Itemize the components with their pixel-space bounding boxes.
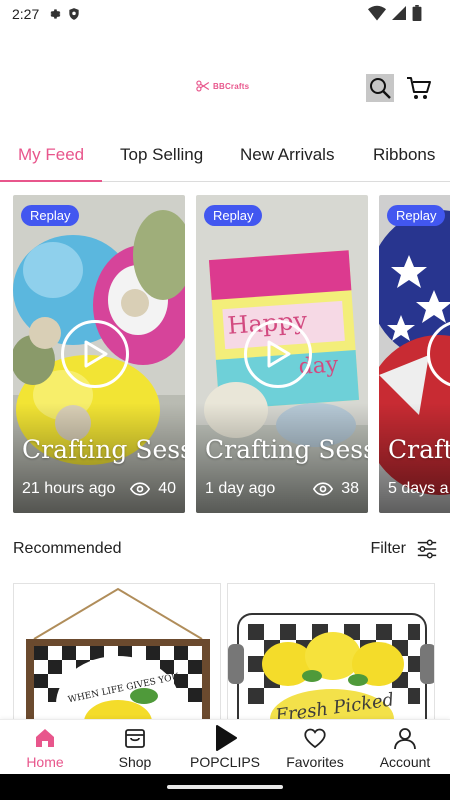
app-header: BBCrafts — [0, 60, 450, 116]
nav-account-label: Account — [379, 754, 431, 770]
nav-shop-label: Shop — [118, 754, 152, 770]
clip-view-count: 38 — [341, 480, 359, 497]
nav-account[interactable]: Account — [360, 720, 450, 775]
filter-sliders-icon — [417, 539, 437, 559]
home-icon — [33, 726, 57, 750]
clip-meta: 1 day ago 38 — [205, 480, 359, 498]
category-tabs: My Feed Top Selling New Arrivals Ribbons — [0, 128, 450, 182]
system-gesture-bar — [0, 774, 450, 800]
status-time: 2:27 — [12, 6, 40, 22]
clip-time-ago: 21 hours ago — [22, 480, 116, 497]
filter-button[interactable]: Filter — [370, 538, 438, 560]
replay-badge: Replay — [387, 205, 446, 226]
nav-home[interactable]: Home — [0, 720, 90, 775]
nav-favorites-label: Favorites — [286, 754, 344, 770]
search-button[interactable] — [366, 74, 394, 102]
home-gesture-handle[interactable] — [167, 785, 283, 789]
heart-icon — [303, 726, 327, 750]
brand-logo[interactable]: BBCrafts — [196, 80, 249, 92]
play-icon — [213, 725, 237, 751]
replay-badge: Replay — [204, 205, 263, 226]
recommended-header: Recommended Filter — [13, 530, 438, 568]
cart-icon — [407, 77, 431, 99]
tab-top-selling[interactable]: Top Selling — [120, 128, 203, 182]
clip-title: Crafting Sess... — [205, 435, 368, 464]
status-bar: 2:27 — [0, 0, 450, 28]
product-grid: WHEN LIFE GIVES YOU Fresh Picked — [0, 583, 450, 723]
nav-popclips-label: POPCLIPS — [189, 754, 261, 770]
clip-title: Crafting Sess... — [22, 435, 185, 464]
battery-icon — [412, 5, 422, 21]
product-card[interactable]: Fresh Picked — [227, 583, 435, 723]
tab-my-feed[interactable]: My Feed — [18, 128, 84, 182]
eye-icon — [130, 482, 151, 496]
clip-card[interactable]: Replay Crafti 5 days a — [379, 195, 450, 513]
wifi-icon — [368, 5, 386, 21]
shield-icon — [69, 8, 79, 20]
clip-title: Crafti — [388, 435, 450, 464]
clip-meta: 5 days a — [388, 480, 450, 498]
clip-time-ago: 5 days a — [388, 480, 449, 497]
replay-badge: Replay — [21, 205, 80, 226]
signal-icon — [392, 6, 406, 20]
nav-shop[interactable]: Shop — [90, 720, 180, 775]
play-button[interactable] — [244, 320, 312, 388]
search-icon — [370, 78, 391, 99]
shop-icon — [123, 726, 147, 750]
clip-views: 38 — [313, 480, 359, 498]
nav-popclips[interactable]: POPCLIPS — [180, 720, 270, 775]
logo-text: BBCrafts — [213, 81, 250, 91]
product-card[interactable]: WHEN LIFE GIVES YOU — [13, 583, 221, 723]
tab-ribbons[interactable]: Ribbons — [373, 128, 435, 182]
clip-views: 40 — [130, 480, 176, 498]
play-button[interactable] — [61, 320, 129, 388]
nav-favorites[interactable]: Favorites — [270, 720, 360, 775]
clip-card[interactable]: Happy day Replay Crafting Sess... 1 day … — [196, 195, 368, 513]
product-image-lemon-truck: Fresh Picked — [228, 613, 434, 723]
play-icon — [267, 340, 291, 368]
eye-icon — [313, 482, 334, 496]
account-icon — [393, 726, 417, 750]
play-icon — [84, 340, 108, 368]
filter-label: Filter — [370, 540, 406, 557]
product-image-lemon-sign: WHEN LIFE GIVES YOU — [26, 587, 210, 723]
tab-new-arrivals[interactable]: New Arrivals — [240, 128, 334, 182]
nav-home-label: Home — [26, 754, 64, 770]
recommended-title: Recommended — [13, 540, 122, 557]
clips-carousel: Replay Crafting Sess... 21 hours ago 40 … — [0, 195, 450, 513]
scissors-icon — [196, 80, 210, 92]
clip-meta: 21 hours ago 40 — [22, 480, 176, 498]
clip-view-count: 40 — [158, 480, 176, 497]
bottom-navigation: Home Shop POPCLIPS Favorites Account — [0, 719, 450, 774]
settings-gear-icon — [50, 9, 61, 19]
clip-time-ago: 1 day ago — [205, 480, 276, 497]
cart-button[interactable] — [405, 74, 433, 102]
active-tab-indicator — [0, 180, 102, 182]
clip-card[interactable]: Replay Crafting Sess... 21 hours ago 40 — [13, 195, 185, 513]
